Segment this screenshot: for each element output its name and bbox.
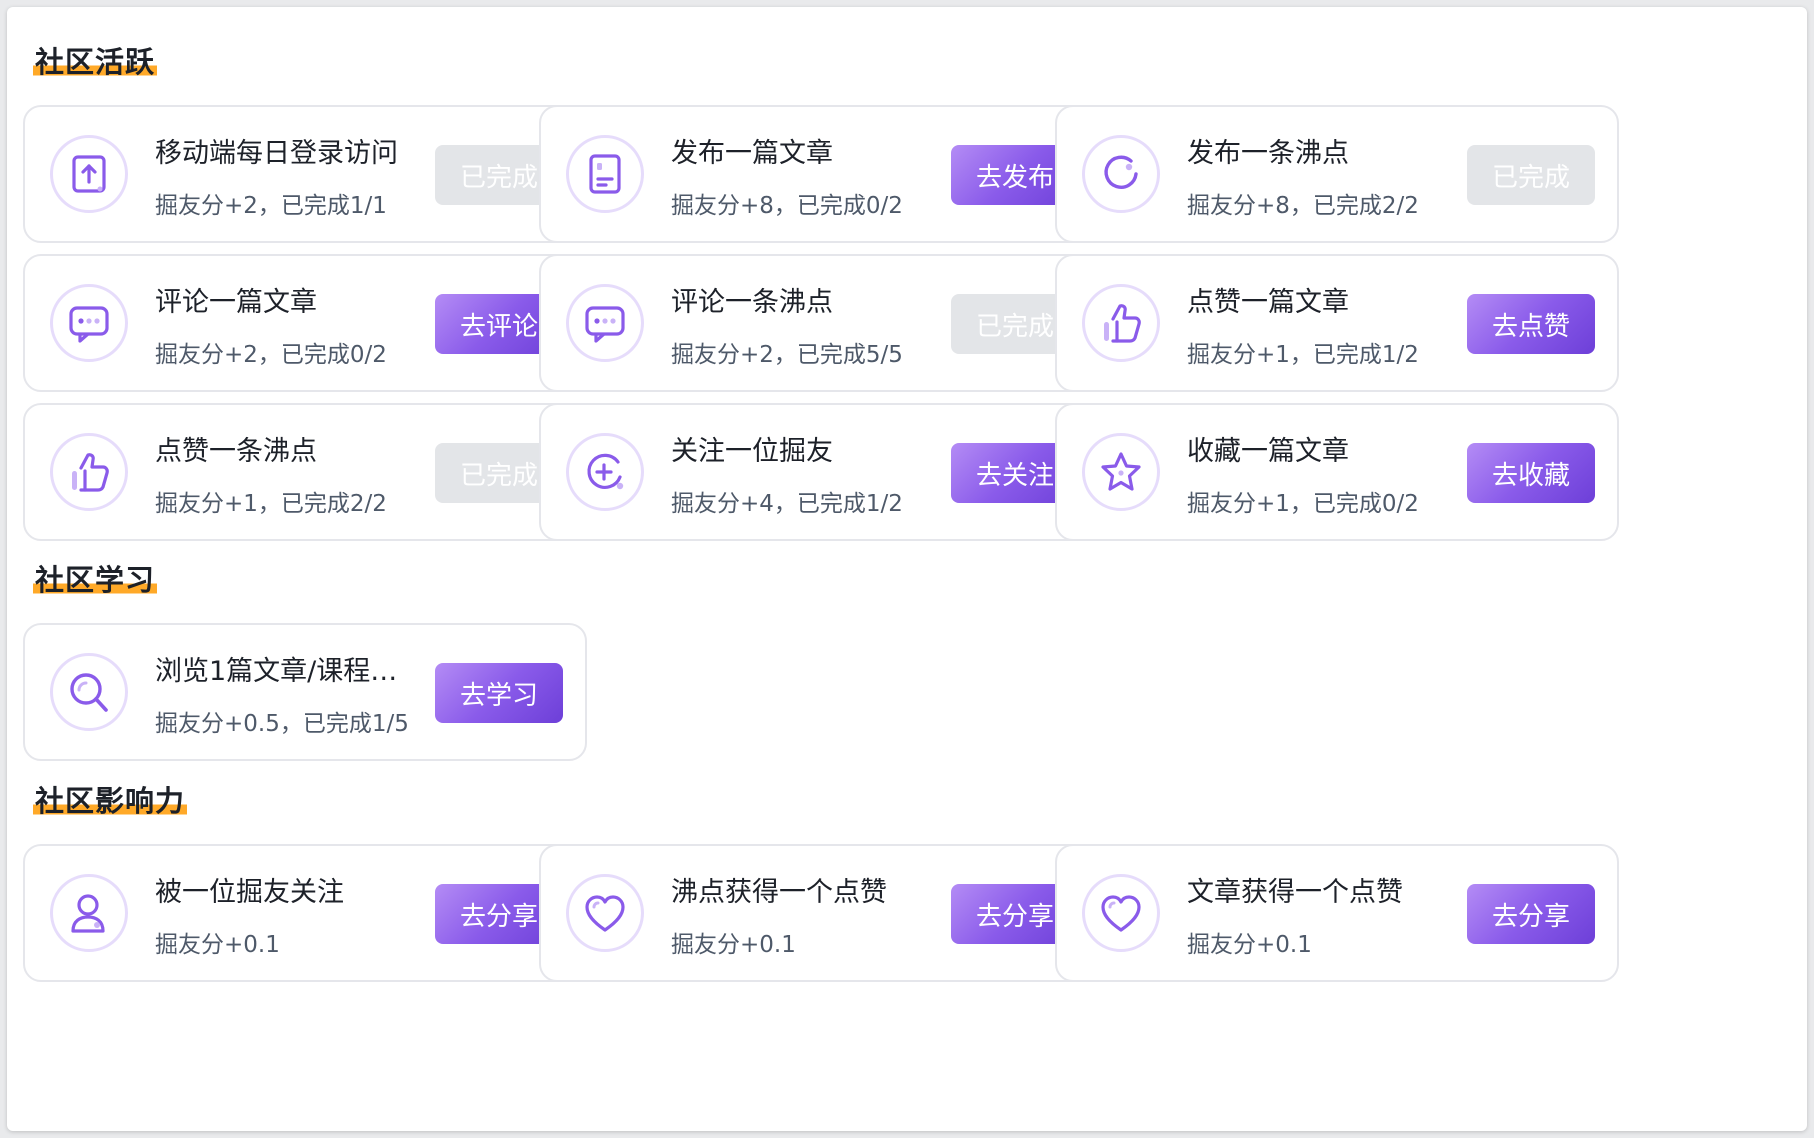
star-icon bbox=[1082, 433, 1160, 511]
task-card: 关注一位掘友 掘友分+4，已完成1/2 去关注 bbox=[539, 403, 1103, 541]
thumbs-up-icon bbox=[1082, 284, 1160, 362]
task-card: 移动端每日登录访问 掘友分+2，已完成1/1 已完成 bbox=[23, 105, 587, 243]
comment-icon bbox=[50, 284, 128, 362]
task-card: 收藏一篇文章掘友分+1，已完成0/2 去收藏 bbox=[1055, 403, 1619, 541]
task-title: 移动端每日登录访问 bbox=[155, 138, 398, 169]
thumbs-up-icon bbox=[50, 433, 128, 511]
heart-icon bbox=[1082, 874, 1160, 952]
task-progress: 掘友分+1，已完成2/2 bbox=[155, 491, 387, 517]
task-card: 被一位掘友关注 掘友分+0.1 去分享 bbox=[23, 844, 587, 982]
section-title: 社区活跃 bbox=[33, 44, 158, 80]
article-icon bbox=[566, 135, 644, 213]
task-progress: 掘友分+2，已完成0/2 bbox=[155, 342, 387, 368]
task-title: 评论一条沸点 bbox=[671, 287, 833, 318]
task-progress: 掘友分+8，已完成2/2 bbox=[1187, 193, 1419, 219]
task-card: 评论一条沸点 掘友分+2，已完成5/5 已完成 bbox=[539, 254, 1103, 392]
task-title: 关注一位掘友 bbox=[671, 436, 833, 467]
section-title-text: 社区活跃 bbox=[33, 45, 158, 79]
task-progress: 掘友分+4，已完成1/2 bbox=[671, 491, 903, 517]
task-progress: 掘友分+8，已完成0/2 bbox=[671, 193, 903, 219]
task-title: 评论一篇文章 bbox=[155, 287, 317, 318]
task-card: 点赞一篇文章掘友分+1，已完成1/2 去点赞 bbox=[1055, 254, 1619, 392]
task-card: 发布一条沸点掘友分+8，已完成2/2 已完成 bbox=[1055, 105, 1619, 243]
task-card: 沸点获得一个点赞 掘友分+0.1 去分享 bbox=[539, 844, 1103, 982]
task-progress: 掘友分+0.5，已完成1/5 bbox=[155, 711, 409, 737]
task-card: 浏览1篇文章/课程/... 掘友分+0.5，已完成1/5 去学习 bbox=[23, 623, 587, 761]
task-title: 发布一篇文章 bbox=[671, 138, 833, 169]
task-card: 发布一篇文章 掘友分+8，已完成0/2 去发布 bbox=[539, 105, 1103, 243]
task-action-button[interactable]: 去分享 bbox=[1467, 884, 1595, 944]
task-progress: 掘友分+0.1 bbox=[1187, 932, 1312, 958]
section-title: 社区学习 bbox=[33, 562, 158, 598]
completed-button: 已完成 bbox=[1467, 145, 1595, 205]
user-icon bbox=[50, 874, 128, 952]
task-action-button[interactable]: 去学习 bbox=[435, 663, 563, 723]
task-title: 浏览1篇文章/课程/... bbox=[155, 656, 400, 687]
task-title: 被一位掘友关注 bbox=[155, 877, 344, 908]
task-progress: 掘友分+0.1 bbox=[671, 932, 796, 958]
search-icon bbox=[50, 653, 128, 731]
task-progress: 掘友分+0.1 bbox=[155, 932, 280, 958]
task-progress: 掘友分+2，已完成1/1 bbox=[155, 193, 387, 219]
section-title-text: 社区影响力 bbox=[33, 784, 188, 818]
pin-icon bbox=[1082, 135, 1160, 213]
comment-icon bbox=[566, 284, 644, 362]
section-title: 社区影响力 bbox=[33, 783, 188, 819]
task-progress: 掘友分+2，已完成5/5 bbox=[671, 342, 903, 368]
task-title: 文章获得一个点赞 bbox=[1187, 877, 1403, 908]
task-card: 点赞一条沸点 掘友分+1，已完成2/2 已完成 bbox=[23, 403, 587, 541]
task-action-button[interactable]: 去点赞 bbox=[1467, 294, 1595, 354]
task-progress: 掘友分+1，已完成1/2 bbox=[1187, 342, 1419, 368]
task-panel: 社区活跃移动端每日登录访问掘友分+2，已完成1/1 已完成 发布一篇文章掘友分+8，… bbox=[7, 7, 1807, 1131]
task-title: 点赞一条沸点 bbox=[155, 436, 317, 467]
heart-icon bbox=[566, 874, 644, 952]
mobile-login-icon bbox=[50, 135, 128, 213]
task-title: 点赞一篇文章 bbox=[1187, 287, 1349, 318]
task-title: 发布一条沸点 bbox=[1187, 138, 1349, 169]
task-card: 文章获得一个点赞掘友分+0.1 去分享 bbox=[1055, 844, 1619, 982]
section-title-text: 社区学习 bbox=[33, 563, 158, 597]
task-action-button[interactable]: 去收藏 bbox=[1467, 443, 1595, 503]
task-title: 收藏一篇文章 bbox=[1187, 436, 1349, 467]
follow-plus-icon bbox=[566, 433, 644, 511]
task-title: 沸点获得一个点赞 bbox=[671, 877, 887, 908]
task-progress: 掘友分+1，已完成0/2 bbox=[1187, 491, 1419, 517]
task-card: 评论一篇文章 掘友分+2，已完成0/2 去评论 bbox=[23, 254, 587, 392]
